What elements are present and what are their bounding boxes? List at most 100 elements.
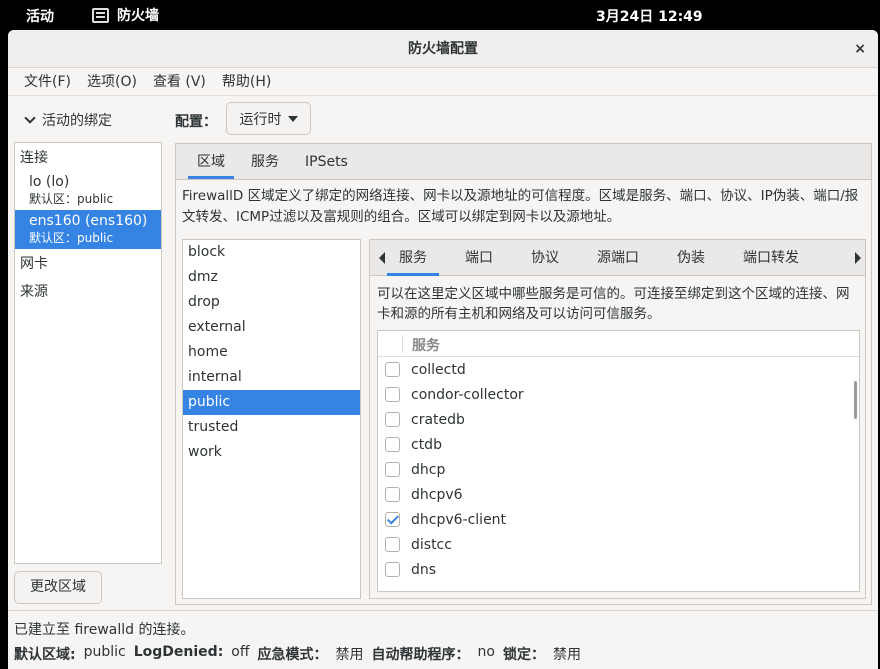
table-row[interactable]: ctdb xyxy=(378,432,859,457)
lockdown-value: 禁用 xyxy=(552,647,581,663)
config-label: 配置： xyxy=(175,114,217,130)
connection-status: 已建立至 firewalld 的连接。 xyxy=(14,622,195,638)
zone-item-trusted[interactable]: trusted xyxy=(183,415,360,440)
table-row[interactable]: distcc xyxy=(378,532,859,557)
main-notebook: 区域 服务 IPSets FirewallD 区域定义了绑定的网络连接、网卡以及… xyxy=(175,143,872,605)
chevron-down-icon xyxy=(24,112,36,124)
tab-zone-services[interactable]: 服务 xyxy=(387,240,439,276)
tab-zone-source-ports[interactable]: 源端口 xyxy=(597,240,639,276)
table-row[interactable]: dhcpv6-client xyxy=(378,507,859,532)
services-description: 可以在这里定义区域中哪些服务是可信的。可连接至绑定到这个区域的连接、网卡和源的所… xyxy=(377,286,850,322)
checkbox[interactable] xyxy=(385,387,400,402)
zone-item-work[interactable]: work xyxy=(183,440,360,465)
tab-ipsets[interactable]: IPSets xyxy=(292,144,361,179)
services-column-header[interactable]: 服务 xyxy=(412,335,440,355)
activities-button[interactable]: 活动 xyxy=(26,6,54,26)
checkbox[interactable] xyxy=(385,537,400,552)
default-zone-label: 默认区域: xyxy=(14,647,76,663)
table-row[interactable]: dhcpv6 xyxy=(378,482,859,507)
app-name: 防火墙 xyxy=(117,8,159,24)
tab-scroll-right-icon[interactable] xyxy=(855,252,861,264)
auto-helpers-label: 自动帮助程序： xyxy=(371,647,470,663)
app-menu[interactable]: 防火墙 xyxy=(92,5,159,25)
auto-helpers-value: no xyxy=(477,644,495,660)
table-row[interactable]: dhcp xyxy=(378,457,859,482)
binding-name: lo (lo) xyxy=(29,174,70,190)
zone-tab-bar: 服务 端口 协议 源端口 伪装 端口转发 xyxy=(370,240,865,276)
zone-description: FirewallD 区域定义了绑定的网络连接、网卡以及源地址的可信程度。区域是服… xyxy=(182,188,859,225)
zone-item-block[interactable]: block xyxy=(183,240,360,265)
log-denied-value: off xyxy=(231,644,250,660)
binding-item-lo[interactable]: lo (lo) 默认区：public xyxy=(15,171,161,210)
main-tab-bar: 区域 服务 IPSets xyxy=(176,144,871,180)
table-row[interactable]: condor-collector xyxy=(378,382,859,407)
tab-zone-port-forward[interactable]: 端口转发 xyxy=(743,240,799,276)
service-name: condor-collector xyxy=(411,386,524,403)
binding-zone: 默认区：public xyxy=(29,192,114,206)
active-bindings-label: 活动的绑定 xyxy=(42,113,112,129)
binding-zone: 默认区：public xyxy=(29,231,114,245)
table-row[interactable]: collectd xyxy=(378,357,859,382)
panic-mode-value: 禁用 xyxy=(335,647,364,663)
tab-services[interactable]: 服务 xyxy=(238,144,292,179)
tab-zones[interactable]: 区域 xyxy=(184,144,238,179)
checkbox[interactable] xyxy=(385,362,400,377)
service-name: cratedb xyxy=(411,411,465,428)
binding-name: ens160 (ens160) xyxy=(29,213,148,229)
panic-mode-label: 应急模式： xyxy=(257,647,328,663)
zone-item-external[interactable]: external xyxy=(183,315,360,340)
checkbox[interactable] xyxy=(385,562,400,577)
table-row[interactable]: dns xyxy=(378,557,859,582)
clock[interactable]: 3月24日 12:49 xyxy=(596,6,703,26)
firewall-app-icon xyxy=(92,7,109,23)
checkbox-checked[interactable] xyxy=(385,512,400,527)
zone-item-internal[interactable]: internal xyxy=(183,365,360,390)
service-name: dns xyxy=(411,561,437,578)
table-row[interactable]: cratedb xyxy=(378,407,859,432)
close-icon[interactable]: × xyxy=(854,30,866,68)
zone-item-home[interactable]: home xyxy=(183,340,360,365)
binding-item-ens160[interactable]: ens160 (ens160) 默认区：public xyxy=(15,210,161,249)
title-bar: 防火墙配置 × xyxy=(8,30,878,68)
zone-item-dmz[interactable]: dmz xyxy=(183,265,360,290)
menu-help[interactable]: 帮助(H) xyxy=(214,68,279,95)
firewall-window: 防火墙配置 × 文件(F) 选项(O) 查看 (V) 帮助(H) 活动的绑定 连… xyxy=(8,30,878,669)
default-zone-value: public xyxy=(83,644,126,660)
config-value: 运行时 xyxy=(239,111,282,128)
service-name: collectd xyxy=(411,361,466,378)
service-name: distcc xyxy=(411,536,452,553)
checkbox[interactable] xyxy=(385,412,400,427)
checkbox[interactable] xyxy=(385,487,400,502)
menu-bar: 文件(F) 选项(O) 查看 (V) 帮助(H) xyxy=(8,68,878,96)
window-title: 防火墙配置 xyxy=(408,41,478,57)
source-header[interactable]: 来源 xyxy=(15,277,161,305)
menu-options[interactable]: 选项(O) xyxy=(79,68,145,95)
change-zone-button[interactable]: 更改区域 xyxy=(14,571,102,604)
tab-zone-ports[interactable]: 端口 xyxy=(465,240,493,276)
tab-zone-masquerade[interactable]: 伪装 xyxy=(677,240,705,276)
service-name: dhcpv6 xyxy=(411,486,463,503)
service-name: dhcpv6-client xyxy=(411,511,507,528)
column-separator xyxy=(402,335,403,353)
connections-header[interactable]: 连接 xyxy=(15,143,161,171)
dropdown-arrow-icon xyxy=(287,115,298,122)
zone-item-public[interactable]: public xyxy=(183,390,360,415)
nic-header[interactable]: 网卡 xyxy=(15,249,161,277)
checkbox[interactable] xyxy=(385,462,400,477)
zone-item-drop[interactable]: drop xyxy=(183,290,360,315)
checkbox[interactable] xyxy=(385,437,400,452)
service-name: dhcp xyxy=(411,461,446,478)
services-table-header: 服务 xyxy=(378,331,859,357)
menu-view[interactable]: 查看 (V) xyxy=(145,68,214,95)
active-bindings-toggle[interactable]: 活动的绑定 xyxy=(24,110,112,130)
tab-scroll-left-icon[interactable] xyxy=(379,251,385,264)
scrollbar[interactable] xyxy=(854,381,857,419)
service-name: ctdb xyxy=(411,436,442,453)
tab-zone-protocols[interactable]: 协议 xyxy=(531,240,559,276)
menu-file[interactable]: 文件(F) xyxy=(16,68,79,95)
status-bar: 默认区域: public LogDenied: off 应急模式： 禁用 自动帮… xyxy=(14,644,581,664)
zone-settings-notebook: 服务 端口 协议 源端口 伪装 端口转发 可以在这里定义区域中哪些服务是可信的。… xyxy=(369,239,866,599)
top-bar: 活动 防火墙 3月24日 12:49 xyxy=(0,0,880,30)
lockdown-label: 锁定： xyxy=(502,647,545,663)
config-dropdown[interactable]: 运行时 xyxy=(226,102,311,135)
